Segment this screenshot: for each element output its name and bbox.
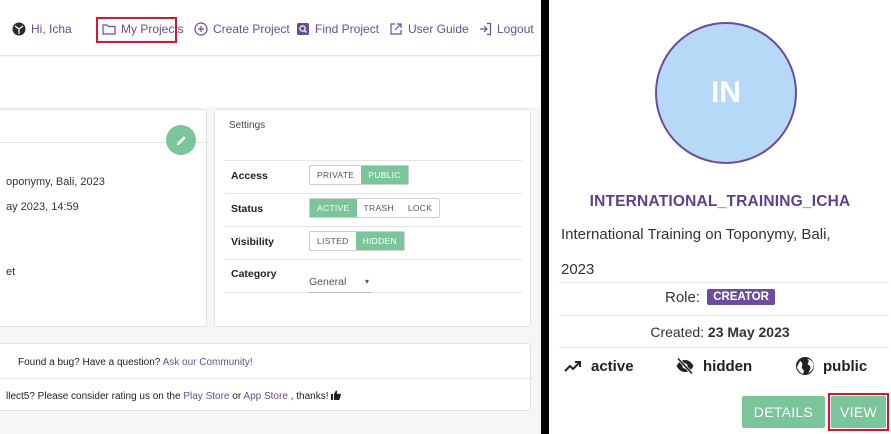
- card-divider: [559, 347, 889, 348]
- created-date: 23 May 2023: [707, 324, 790, 340]
- status-active-label: active: [591, 357, 634, 375]
- user-guide-link[interactable]: User Guide: [389, 20, 469, 38]
- dropdown-arrow-icon: ▾: [364, 277, 369, 286]
- play-store-link[interactable]: Play Store: [183, 391, 229, 402]
- thanks-text: , thanks!: [290, 391, 329, 402]
- visibility-toggle: LISTED HIDDEN: [309, 231, 405, 251]
- trending-up-icon: [564, 361, 581, 372]
- logout-link[interactable]: Logout: [478, 20, 534, 38]
- visibility-listed-option[interactable]: LISTED: [310, 232, 356, 250]
- card-divider: [559, 282, 889, 283]
- status-public: public: [795, 356, 867, 376]
- logout-label: Logout: [497, 22, 534, 36]
- access-private-option[interactable]: PRIVATE: [310, 166, 361, 184]
- category-value: General: [309, 275, 347, 288]
- role-label: Role:: [664, 289, 701, 306]
- page-subheader: [0, 57, 541, 107]
- greeting-text: Hi, Icha: [31, 22, 72, 36]
- community-link[interactable]: Ask our Community!: [163, 357, 253, 368]
- settings-title: Settings: [229, 120, 266, 131]
- project-settings-panel: Hi, Icha My Projects Create Project Find…: [0, 0, 541, 434]
- category-select[interactable]: General ▾: [309, 271, 371, 293]
- bug-report-line: Found a bug? Have a question? Ask our Co…: [18, 357, 253, 368]
- avatar-initials: IN: [711, 76, 741, 109]
- status-active-option[interactable]: ACTIVE: [310, 199, 357, 217]
- project-description-line-1: International Training on Toponymy, Bali…: [561, 226, 831, 243]
- status-hidden-label: hidden: [703, 357, 753, 375]
- search-icon: [297, 23, 309, 35]
- bug-text: Found a bug? Have a question?: [18, 357, 161, 368]
- eye-off-icon: [676, 357, 694, 375]
- find-project-link[interactable]: Find Project: [296, 20, 379, 38]
- created-row: Created: 23 May 2023: [549, 324, 891, 340]
- user-greeting[interactable]: Hi, Icha: [12, 20, 72, 38]
- top-navbar: Hi, Icha My Projects Create Project Find…: [0, 0, 541, 56]
- app-store-link[interactable]: App Store: [243, 391, 287, 402]
- create-project-link[interactable]: Create Project: [194, 20, 290, 38]
- visibility-label: Visibility: [231, 236, 274, 248]
- status-active: active: [563, 356, 634, 376]
- user-avatar-icon: [12, 22, 26, 36]
- globe-icon: [796, 357, 814, 375]
- or-text: or: [232, 391, 242, 402]
- external-link-icon: [390, 23, 402, 35]
- view-button-highlight: [828, 393, 889, 431]
- user-guide-label: User Guide: [408, 22, 469, 36]
- settings-card: [214, 109, 531, 327]
- rating-line: llect5? Please consider rating us on the…: [6, 390, 342, 402]
- project-name[interactable]: INTERNATIONAL_TRAINING_ICHA: [549, 193, 891, 211]
- settings-divider: [225, 292, 522, 293]
- pencil-icon: [176, 135, 186, 145]
- details-button[interactable]: DETAILS: [742, 396, 825, 428]
- add-circle-icon: [194, 22, 208, 36]
- rating-text: llect5? Please consider rating us on the: [6, 391, 181, 402]
- role-row: Role: CREATOR: [549, 289, 891, 306]
- project-avatar: IN: [655, 22, 797, 164]
- status-lock-option[interactable]: LOCK: [401, 199, 439, 217]
- logout-icon: [480, 22, 492, 36]
- project-other-text: et: [6, 266, 16, 278]
- settings-divider: [225, 193, 522, 194]
- role-badge: CREATOR: [707, 289, 775, 305]
- status-label: Status: [231, 203, 264, 215]
- status-public-label: public: [823, 357, 868, 375]
- status-toggle: ACTIVE TRASH LOCK: [309, 198, 441, 218]
- category-label: Category: [231, 268, 277, 280]
- access-label: Access: [231, 170, 268, 182]
- feedback-divider: [0, 378, 532, 379]
- created-label: Created:: [650, 324, 705, 340]
- project-description-line-2: 2023: [561, 261, 595, 278]
- edit-project-button[interactable]: [166, 125, 196, 155]
- project-card-panel: IN INTERNATIONAL_TRAINING_ICHA Internati…: [549, 0, 891, 434]
- find-project-label: Find Project: [315, 22, 380, 36]
- access-public-option[interactable]: PUBLIC: [361, 166, 408, 184]
- project-created-text: ay 2023, 14:59: [6, 201, 79, 213]
- create-project-label: Create Project: [213, 22, 290, 36]
- access-toggle: PRIVATE PUBLIC: [309, 165, 409, 185]
- settings-divider: [225, 226, 522, 227]
- my-projects-highlight: [96, 17, 177, 43]
- visibility-hidden-option[interactable]: HIDDEN: [355, 232, 404, 250]
- status-trash-option[interactable]: TRASH: [357, 199, 401, 217]
- settings-divider: [225, 160, 522, 161]
- card-divider: [559, 315, 889, 316]
- settings-divider: [225, 259, 522, 260]
- thumbs-up-icon: [331, 390, 342, 400]
- status-hidden: hidden: [675, 356, 752, 376]
- project-description-text: oponymy, Bali, 2023: [6, 176, 105, 188]
